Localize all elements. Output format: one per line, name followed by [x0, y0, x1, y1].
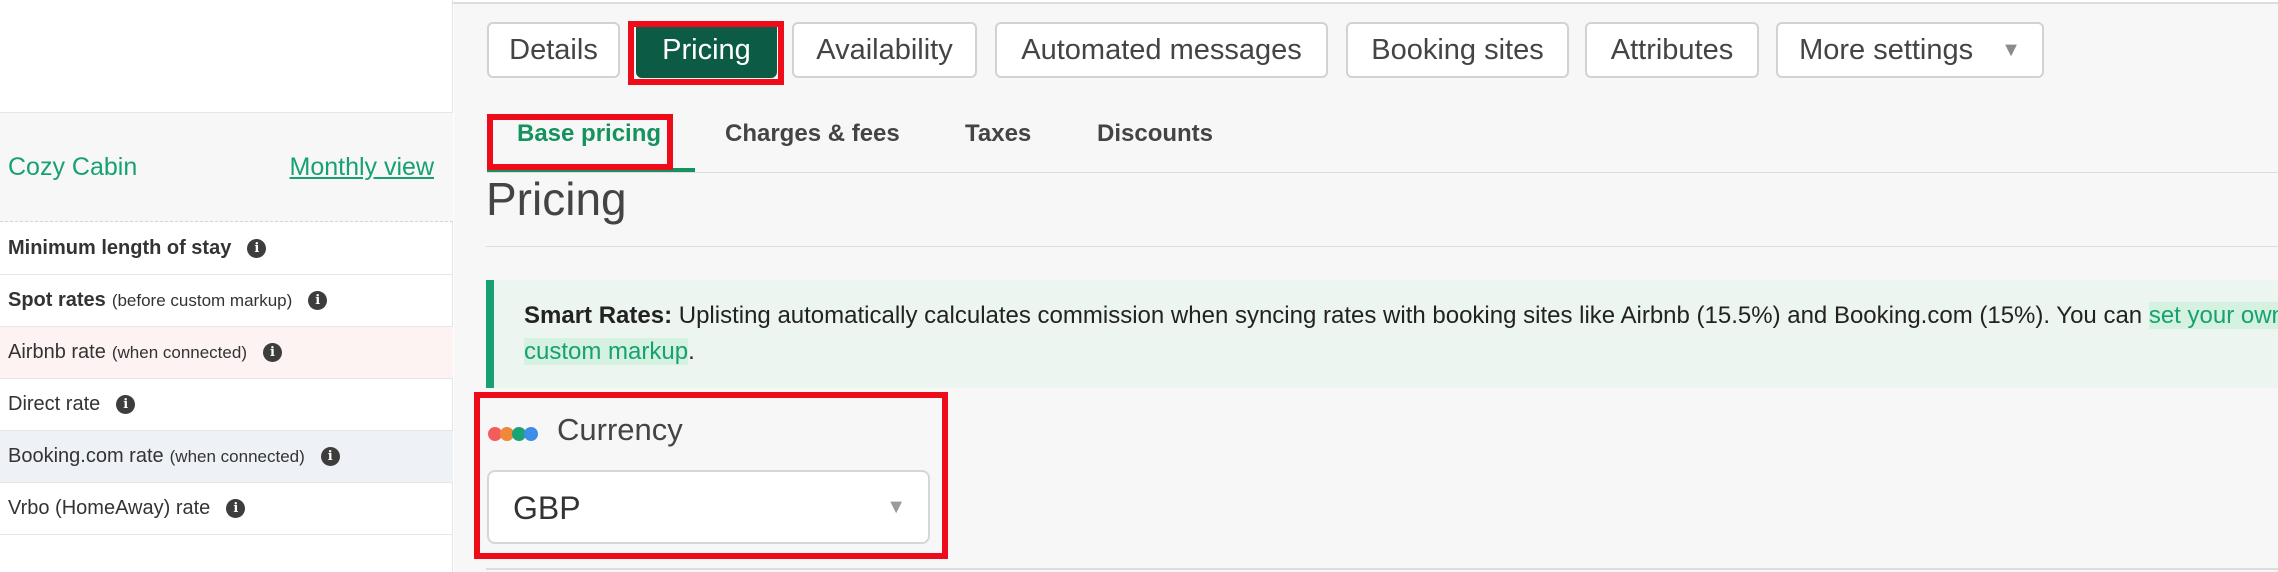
- calendar-sidebar: Cozy Cabin Monthly view Minimum length o…: [0, 0, 453, 572]
- info-icon[interactable]: i: [320, 447, 340, 466]
- dot-blue: [524, 427, 538, 441]
- tab-booking-sites[interactable]: Booking sites: [1346, 22, 1569, 78]
- caret-down-icon: ▼: [2001, 38, 2021, 61]
- subtab-taxes[interactable]: Taxes: [965, 120, 1031, 148]
- sidebar-row-direct-rate: Direct rate i: [0, 379, 453, 431]
- row-note: (when connected): [169, 446, 305, 466]
- sidebar-row-airbnb-rate: Airbnb rate (when connected) i: [0, 327, 453, 379]
- row-label: Booking.com rate: [8, 445, 164, 467]
- tab-details[interactable]: Details: [487, 22, 620, 78]
- subtab-base-pricing[interactable]: Base pricing: [517, 120, 661, 148]
- tab-attributes[interactable]: Attributes: [1585, 22, 1759, 78]
- currency-select[interactable]: GBP ▼: [487, 470, 930, 544]
- row-note: (when connected): [111, 342, 247, 362]
- tab-availability[interactable]: Availability: [792, 22, 977, 78]
- sidebar-row-min-stay: Minimum length of stay i: [0, 223, 453, 275]
- row-label: Airbnb rate: [8, 341, 106, 363]
- row-label: Spot rates: [8, 289, 106, 311]
- bottom-divider: [486, 568, 2278, 570]
- page-title: Pricing: [486, 173, 627, 225]
- smart-rates-banner: Smart Rates: Uplisting automatically cal…: [486, 280, 2278, 388]
- banner-text: Smart Rates: Uplisting automatically cal…: [524, 298, 2278, 370]
- info-icon[interactable]: i: [247, 239, 267, 258]
- info-icon[interactable]: i: [308, 291, 328, 310]
- info-icon[interactable]: i: [226, 499, 246, 518]
- tab-more-settings-label: More settings: [1799, 33, 1974, 66]
- currency-value: GBP: [513, 490, 581, 526]
- app-frame: Cozy Cabin Monthly view Minimum length o…: [0, 0, 2278, 572]
- subtab-discounts[interactable]: Discounts: [1097, 120, 1213, 148]
- info-icon[interactable]: i: [262, 343, 282, 362]
- colored-dots-icon: [488, 427, 538, 441]
- title-divider: [486, 246, 2278, 247]
- row-note: (before custom markup): [111, 290, 293, 310]
- sidebar-row-spot-rates: Spot rates (before custom markup) i: [0, 275, 453, 327]
- currency-label: Currency: [557, 412, 683, 447]
- tab-pricing[interactable]: Pricing: [636, 22, 777, 78]
- listing-name: Cozy Cabin: [8, 153, 138, 181]
- monthly-view-link[interactable]: Monthly view: [290, 153, 435, 182]
- banner-body: Uplisting automatically calculates commi…: [672, 302, 2149, 329]
- info-icon[interactable]: i: [116, 395, 136, 414]
- subtab-charges-fees[interactable]: Charges & fees: [725, 120, 900, 148]
- row-label: Minimum length of stay: [8, 237, 232, 259]
- subtab-divider: [487, 172, 2278, 173]
- tab-automated-messages[interactable]: Automated messages: [995, 22, 1328, 78]
- sidebar-row-vrbo-rate: Vrbo (HomeAway) rate i: [0, 483, 453, 535]
- caret-down-icon: ▼: [886, 496, 906, 518]
- tab-more-settings[interactable]: More settings ▼: [1776, 22, 2044, 78]
- row-label: Direct rate: [8, 393, 101, 415]
- sidebar-row-booking-rate: Booking.com rate (when connected) i: [0, 431, 453, 483]
- banner-heading: Smart Rates:: [524, 302, 673, 329]
- banner-tail: .: [688, 338, 695, 365]
- row-label: Vrbo (HomeAway) rate: [8, 497, 211, 519]
